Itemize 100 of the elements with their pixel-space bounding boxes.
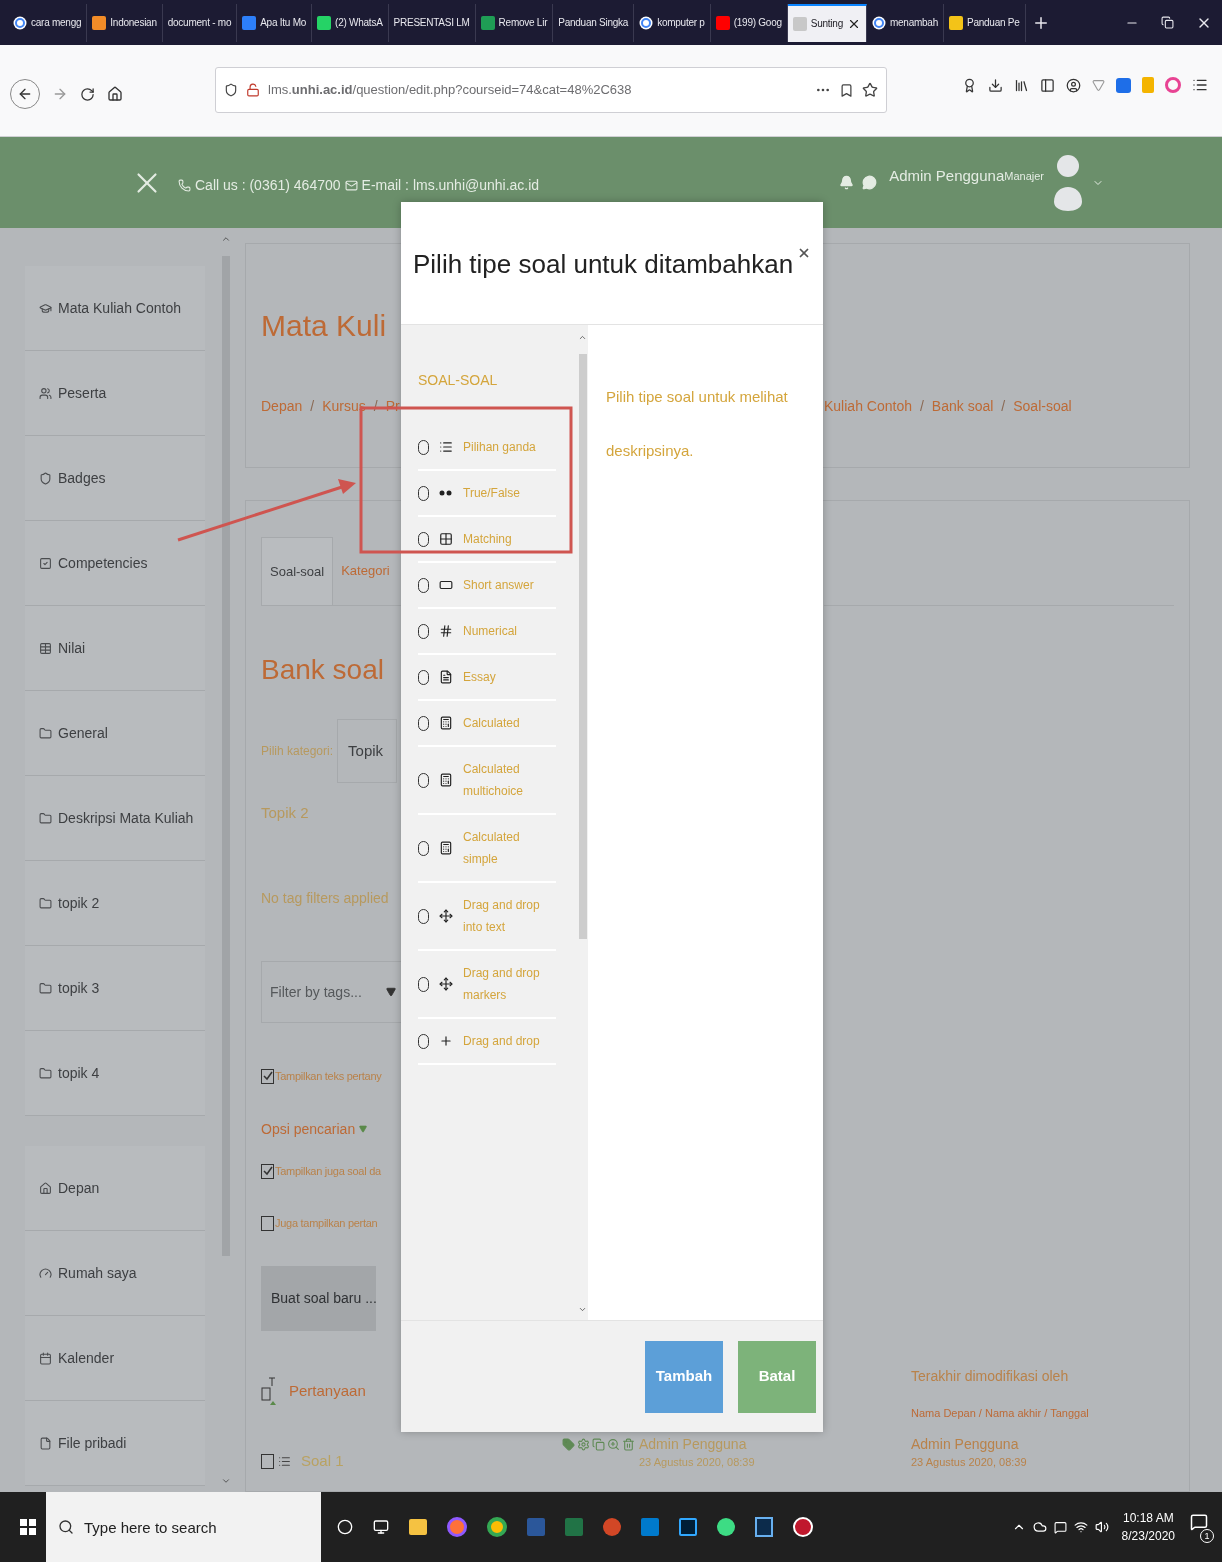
browser-tab[interactable]: Remove Lir <box>475 3 554 42</box>
browser-tab[interactable]: (199) Goog <box>710 3 788 42</box>
android-app-icon[interactable] <box>717 1518 735 1536</box>
extension-icon[interactable] <box>1116 77 1131 93</box>
browser-tab[interactable]: cara mengg <box>8 3 88 42</box>
sidebar-item[interactable]: Nilai <box>25 606 205 691</box>
checkbox-icon <box>39 556 52 570</box>
checkbox[interactable] <box>261 1453 274 1469</box>
reload-icon[interactable] <box>80 86 95 102</box>
shield-icon[interactable] <box>224 83 238 97</box>
volume-icon[interactable] <box>1094 1520 1109 1534</box>
close-icon[interactable] <box>797 246 811 260</box>
tab[interactable]: Soal-soal <box>261 537 334 605</box>
account-icon[interactable] <box>1066 77 1081 93</box>
created-date: 23 Agustus 2020, 08:39 <box>639 1455 755 1470</box>
wifi-icon[interactable] <box>1073 1520 1088 1534</box>
browser-tab[interactable]: PRESENTASI LM <box>388 3 476 42</box>
cloud-icon[interactable] <box>1032 1520 1047 1534</box>
scrollbar-thumb[interactable] <box>578 354 587 939</box>
restore-icon[interactable] <box>1161 16 1174 29</box>
sidebar-item[interactable]: Peserta <box>25 351 205 436</box>
checkbox[interactable] <box>261 1215 274 1231</box>
image-app-icon[interactable] <box>679 1518 697 1536</box>
extension-icon[interactable] <box>1165 77 1181 93</box>
scroll-down-icon[interactable] <box>221 1476 231 1486</box>
app-icon[interactable] <box>793 1517 813 1537</box>
calculator-icon <box>439 841 453 855</box>
browser-tab[interactable]: Panduan Singka <box>553 3 635 42</box>
folder-icon <box>39 981 52 995</box>
user-name[interactable]: Admin Pengguna <box>889 165 1005 188</box>
favicon-icon <box>949 15 963 30</box>
home-icon[interactable] <box>107 86 123 102</box>
browser-tab[interactable]: menambah <box>866 3 944 42</box>
checkbox-label: Juga tampilkan pertan <box>275 1215 378 1231</box>
category-select[interactable]: Topik <box>337 719 398 783</box>
sidebar-icon[interactable] <box>1040 77 1055 93</box>
award-icon[interactable] <box>962 77 977 93</box>
insecure-lock-icon[interactable] <box>246 83 260 97</box>
sidebar-item[interactable]: General <box>25 691 205 776</box>
slides-app-icon[interactable] <box>603 1518 621 1536</box>
breadcrumb-separator: / <box>919 397 924 416</box>
sidebar-item[interactable]: Deskripsi Mata Kuliah <box>25 776 205 861</box>
browser-tab[interactable]: Panduan Pe <box>944 3 1026 42</box>
notification-icon[interactable] <box>1190 1513 1208 1531</box>
users-icon <box>39 386 52 400</box>
browser-icon[interactable] <box>447 1517 467 1537</box>
windows-icon[interactable] <box>20 1519 36 1535</box>
sidebar-item[interactable]: File pribadi <box>25 1401 205 1486</box>
ide-app-icon[interactable] <box>755 1517 773 1537</box>
browser-tab[interactable]: Indonesian <box>87 3 163 42</box>
cortana-icon[interactable] <box>337 1519 353 1535</box>
favicon-icon <box>480 15 495 30</box>
sidebar-item[interactable]: Mata Kuliah Contoh <box>25 266 205 351</box>
library-icon[interactable] <box>1014 77 1029 93</box>
tag-filter-field[interactable]: Filter by tags... <box>261 961 402 1023</box>
question-name: Soal 1 <box>301 1450 344 1471</box>
browser-tab[interactable]: komputer p <box>634 3 711 42</box>
menu-icon[interactable] <box>1192 77 1208 93</box>
bell-icon[interactable] <box>839 175 855 190</box>
taskbar-search-field[interactable]: Type here to search <box>46 1492 321 1562</box>
star-icon[interactable] <box>862 82 878 98</box>
phone-text: Call us : (0361) 464700 <box>195 176 341 195</box>
download-icon[interactable] <box>988 77 1003 93</box>
browser-tab[interactable]: (2) WhatsA <box>312 3 389 42</box>
sidebar-item[interactable]: topik 2 <box>25 861 205 946</box>
create-question-button[interactable]: Buat soal baru ... <box>261 1266 376 1331</box>
sidebar-item[interactable]: Depan <box>25 1146 205 1231</box>
checkbox[interactable] <box>261 1163 274 1179</box>
caret-icon <box>359 1125 368 1133</box>
scroll-up-icon[interactable] <box>578 333 587 342</box>
browser-icon[interactable] <box>487 1517 507 1537</box>
address-bar[interactable]: lms.unhi.ac.id/question/edit.php?courseid=74&cat=48%2C638 <box>215 67 887 113</box>
sidebar-item[interactable]: Badges <box>25 436 205 521</box>
forward-icon[interactable] <box>52 86 68 102</box>
browser-tab[interactable]: document - mo <box>162 3 238 42</box>
browser-tab[interactable]: Sunting <box>787 3 867 42</box>
tag-status: No tag filters applied <box>261 889 390 908</box>
chat-icon[interactable] <box>862 175 878 190</box>
scroll-down-icon[interactable] <box>578 1305 587 1314</box>
tray-icon[interactable] <box>1053 1520 1067 1534</box>
notification-count: 1 <box>1200 1529 1214 1543</box>
user-role: Manajer <box>1004 169 1044 183</box>
sidebar-item[interactable]: topik 4 <box>25 1031 205 1116</box>
triangle-icon[interactable] <box>1092 78 1105 92</box>
scrollbar-thumb[interactable] <box>222 256 230 1256</box>
list-icon <box>439 440 453 454</box>
favicon-icon <box>242 15 257 30</box>
table-icon <box>39 641 52 655</box>
sidebar-item[interactable]: Rumah saya <box>25 1231 205 1316</box>
sidebar-item[interactable]: Kalender <box>25 1316 205 1401</box>
clock-time[interactable]: 10:18 AM <box>1122 1509 1174 1527</box>
add-button[interactable]: Tambah <box>645 1340 723 1413</box>
browser-tab[interactable]: Apa Itu Mo <box>237 3 313 42</box>
task-view-icon[interactable] <box>373 1519 389 1535</box>
pocket-icon[interactable] <box>839 82 854 98</box>
sidebar-item[interactable]: Competencies <box>25 521 205 606</box>
mail-icon <box>344 179 358 192</box>
checkbox[interactable] <box>261 1068 274 1084</box>
clock-date[interactable]: 8/23/2020 <box>1121 1527 1175 1545</box>
sidebar-item[interactable]: topik 3 <box>25 946 205 1031</box>
